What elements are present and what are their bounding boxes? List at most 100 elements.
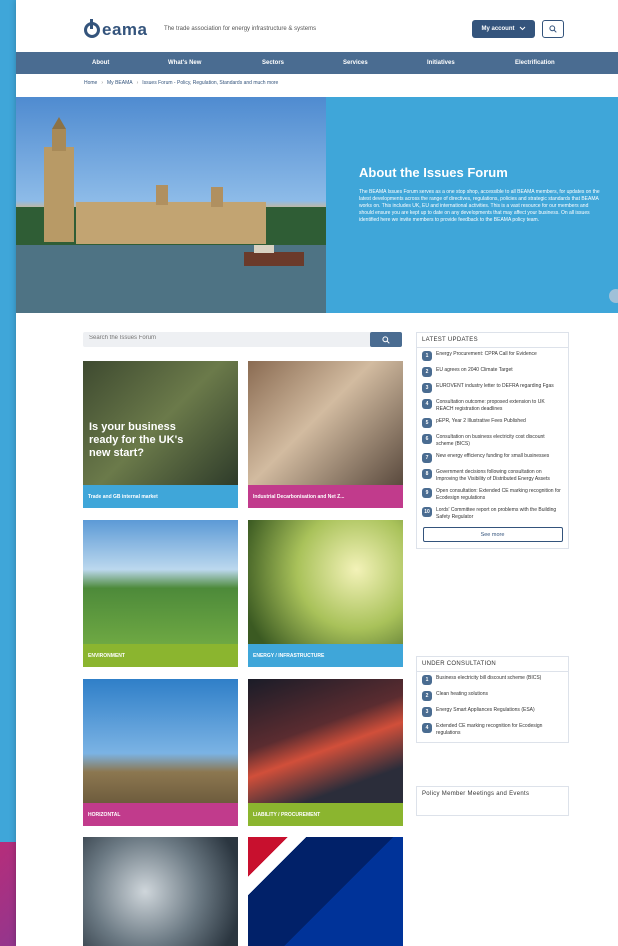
tile-uk-eu-flags[interactable]: [248, 837, 403, 946]
tile-image: [248, 520, 403, 644]
site-header: eama The trade association for energy in…: [16, 0, 618, 52]
tile-horizontal[interactable]: HORIZONTAL: [83, 679, 238, 826]
page: eama The trade association for energy in…: [16, 0, 618, 946]
header-search-button[interactable]: [542, 20, 564, 38]
hero-image: [16, 97, 326, 313]
search-icon: [549, 20, 557, 38]
consultation-number: 4: [422, 723, 432, 733]
tile-image: [248, 361, 403, 485]
tile-overlay-text: Is your business ready for the UK's new …: [89, 421, 184, 459]
update-text: Government decisions following consultat…: [436, 469, 550, 482]
breadcrumb-separator: ›: [136, 80, 139, 86]
update-item[interactable]: 5 pEPR, Year 2 Illustrative Fees Publishe…: [417, 415, 568, 431]
update-number: 6: [422, 434, 432, 444]
events-title[interactable]: Policy Member Meetings and Events: [417, 787, 568, 801]
tile-liability-procurement[interactable]: LIABILITY / PROCUREMENT: [248, 679, 403, 826]
consultation-text: Clean heating solutions: [436, 691, 488, 697]
update-number: 10: [422, 507, 432, 517]
nav-about[interactable]: About: [92, 60, 109, 66]
update-number: 9: [422, 488, 432, 498]
breadcrumb-separator: ›: [101, 80, 104, 86]
update-item[interactable]: 8 Government decisions following consulta…: [417, 466, 568, 485]
consultation-number: 3: [422, 707, 432, 717]
update-text: EU agrees on 2040 Climate Target: [436, 367, 513, 373]
update-text: EUROVENT industry letter to DEFRA regard…: [436, 383, 554, 389]
consultation-item[interactable]: 4 Extended CE marking recognition for Eco…: [417, 720, 568, 742]
update-text: New energy efficiency funding for small …: [436, 453, 550, 459]
update-text: Energy Procurement: CPPA Call for Eviden…: [436, 351, 537, 357]
nav-sectors[interactable]: Sectors: [262, 60, 284, 66]
tile-image: [83, 520, 238, 644]
update-item[interactable]: 3 EUROVENT industry letter to DEFRA regar…: [417, 380, 568, 396]
latest-updates-title: LATEST UPDATES: [417, 333, 568, 348]
tile-image: [248, 837, 403, 946]
consultation-text: Energy Smart Appliances Regulations (ESA…: [436, 707, 535, 713]
update-item[interactable]: 7 New energy efficiency funding for small…: [417, 450, 568, 466]
update-item[interactable]: 9 Open consultation: Extended CE marking …: [417, 485, 568, 504]
breadcrumb: Home › My BEAMA › Issues Forum - Policy,…: [84, 80, 278, 86]
logo-text: eama: [102, 20, 148, 39]
nav-electrification[interactable]: Electrification: [515, 60, 555, 66]
latest-updates-panel: LATEST UPDATES 1 Energy Procurement: CPPA…: [416, 332, 569, 549]
consultation-number: 2: [422, 691, 432, 701]
beama-logo[interactable]: eama: [84, 19, 148, 40]
tile-image: [248, 679, 403, 803]
scroll-handle[interactable]: [609, 289, 618, 303]
issues-search-bar: [83, 332, 402, 347]
update-number: 2: [422, 367, 432, 377]
breadcrumb-current: Issues Forum - Policy, Regulation, Stand…: [142, 80, 279, 86]
update-item[interactable]: 10 Lords' Committee report on problems wi…: [417, 504, 568, 523]
update-item[interactable]: 4 Consultation outcome: proposed extensio…: [417, 396, 568, 415]
tile-label: Industrial Decarbonisation and Net Z...: [248, 485, 403, 508]
update-number: 4: [422, 399, 432, 409]
my-account-label: My account: [481, 26, 515, 32]
update-item[interactable]: 2 EU agrees on 2040 Climate Target: [417, 364, 568, 380]
update-number: 7: [422, 453, 432, 463]
events-panel: Policy Member Meetings and Events: [416, 786, 569, 816]
update-number: 8: [422, 469, 432, 479]
nav-whats-new[interactable]: What's New: [168, 60, 201, 66]
consultation-text: Business electricity bill discount schem…: [436, 675, 542, 681]
update-item[interactable]: 6 Consultation on business electricity co…: [417, 431, 568, 450]
consultation-item[interactable]: 1 Business electricity bill discount sche…: [417, 672, 568, 688]
update-text: Lords' Committee report on problems with…: [436, 507, 557, 520]
hero-title: About the Issues Forum: [359, 165, 508, 180]
issues-search-input[interactable]: [89, 335, 359, 341]
tile-label: ENERGY / INFRASTRUCTURE: [248, 644, 403, 667]
update-item[interactable]: 1 Energy Procurement: CPPA Call for Evide…: [417, 348, 568, 364]
tile-environment[interactable]: ENVIRONMENT: [83, 520, 238, 667]
chevron-down-icon: [519, 26, 526, 33]
breadcrumb-my-beama[interactable]: My BEAMA: [107, 80, 133, 86]
update-text: pEPR, Year 2 Illustrative Fees Published: [436, 418, 526, 424]
tile-label: ENVIRONMENT: [83, 644, 238, 667]
my-account-button[interactable]: My account: [472, 20, 535, 38]
main-nav: About What's New Sectors Services Initia…: [16, 52, 618, 74]
update-text: Open consultation: Extended CE marking r…: [436, 488, 561, 501]
tile-industrial-decarbonisation[interactable]: Industrial Decarbonisation and Net Z...: [248, 361, 403, 508]
see-more-button[interactable]: See more: [422, 527, 563, 542]
tile-image: Is your business ready for the UK's new …: [83, 361, 238, 485]
tile-image: [83, 837, 238, 946]
search-icon: [382, 331, 390, 349]
tile-trade-gb-market[interactable]: Is your business ready for the UK's new …: [83, 361, 238, 508]
hero-banner: About the Issues Forum The BEAMA Issues …: [16, 97, 618, 313]
issues-search-button[interactable]: [370, 332, 402, 347]
consultation-text: Extended CE marking recognition for Ecod…: [436, 723, 543, 736]
tagline: The trade association for energy infrast…: [164, 26, 317, 32]
hero-description: The BEAMA Issues Forum serves as a one s…: [359, 189, 600, 223]
tile-energy-infrastructure[interactable]: ENERGY / INFRASTRUCTURE: [248, 520, 403, 667]
nav-services[interactable]: Services: [343, 60, 368, 66]
tile-label: Trade and GB internal market: [83, 485, 238, 508]
under-consultation-title: UNDER CONSULTATION: [417, 657, 568, 672]
nav-initiatives[interactable]: Initiatives: [427, 60, 455, 66]
tile-label: HORIZONTAL: [83, 803, 238, 826]
tile-gears[interactable]: [83, 837, 238, 946]
update-text: Consultation on business electricity cos…: [436, 434, 545, 447]
update-number: 5: [422, 418, 432, 428]
tile-image: [83, 679, 238, 803]
consultation-item[interactable]: 3 Energy Smart Appliances Regulations (ES…: [417, 704, 568, 720]
logo-mark-icon: [84, 19, 100, 38]
consultation-item[interactable]: 2 Clean heating solutions: [417, 688, 568, 704]
update-number: 3: [422, 383, 432, 393]
breadcrumb-home[interactable]: Home: [84, 80, 97, 86]
